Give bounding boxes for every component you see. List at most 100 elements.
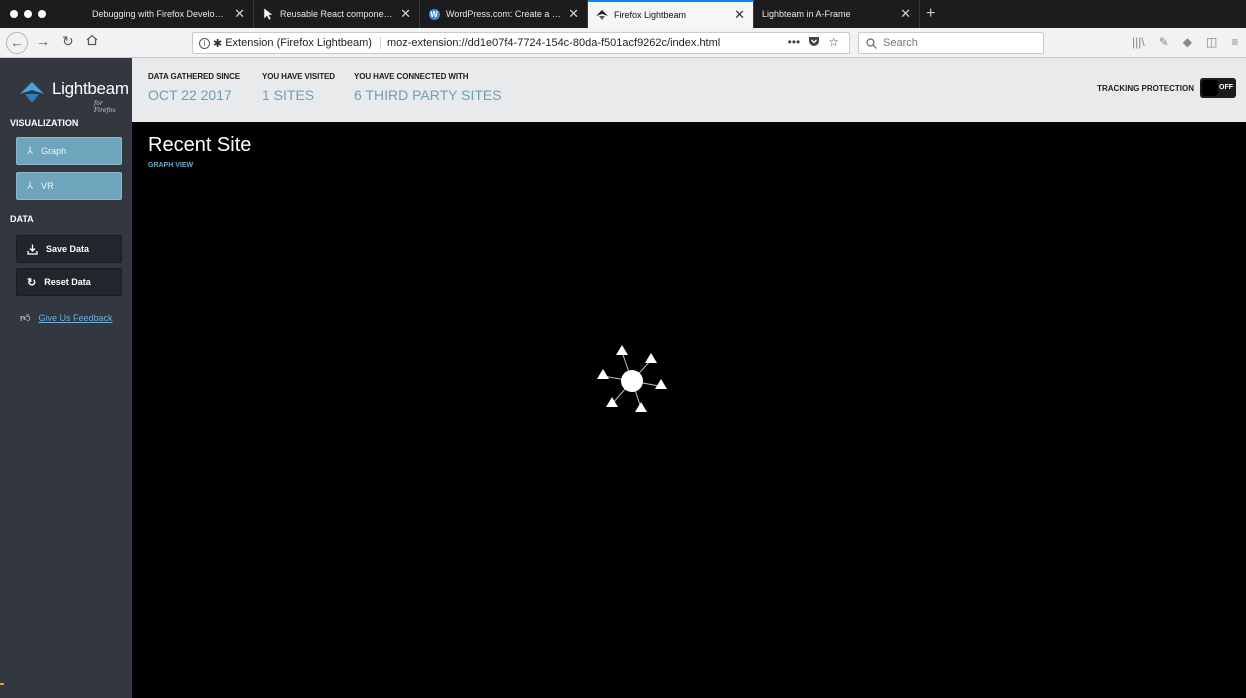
toggle-state: OFF xyxy=(1219,84,1233,91)
stats-header: DATA GATHERED SINCE OCT 22 2017 YOU HAVE… xyxy=(132,58,1246,122)
url-bar[interactable]: i ✱ Extension (Firefox Lightbeam) moz-ex… xyxy=(192,32,850,54)
new-tab-button[interactable]: + xyxy=(920,0,935,28)
stat-third-party: YOU HAVE CONNECTED WITH 6 THIRD PARTY SI… xyxy=(354,72,502,103)
graph-button-label: Graph xyxy=(41,146,67,156)
connection-graph[interactable] xyxy=(132,122,1246,698)
edge-marker xyxy=(0,683,4,685)
tab-title: Lighbteam in A-Frame xyxy=(762,9,851,19)
home-icon xyxy=(86,34,98,46)
third-party-node xyxy=(635,402,647,412)
stat-value: 6 THIRD PARTY SITES xyxy=(354,87,502,103)
library-icon[interactable]: |||\ xyxy=(1132,35,1145,49)
vr-view-button[interactable]: ⅄ VR xyxy=(16,172,122,200)
view-subtitle: GRAPH VIEW xyxy=(148,162,194,169)
url-text[interactable]: moz-extension://dd1e07f4-7724-154c-80da-… xyxy=(387,37,720,49)
third-party-node xyxy=(645,353,657,363)
visualization-canvas[interactable]: Recent Site GRAPH VIEW xyxy=(132,122,1246,698)
stat-label: DATA GATHERED SINCE xyxy=(148,72,241,81)
minimize-window-button[interactable] xyxy=(24,10,32,18)
visualization-heading: VISUALIZATION xyxy=(10,118,79,128)
search-placeholder: Search xyxy=(883,37,918,49)
tab-wordpress[interactable]: W WordPress.com: Create a free w ✕ xyxy=(420,0,588,28)
tab-firefox-lightbeam[interactable]: Firefox Lightbeam ✕ xyxy=(588,0,754,28)
forward-button[interactable]: → xyxy=(36,33,50,49)
toolbar-icons: |||\ ✎ ◆ ◫ ≡ xyxy=(1132,35,1238,49)
pocket-icon[interactable] xyxy=(808,35,820,47)
brand-subtitle: for Firefox xyxy=(94,100,116,114)
sidebar-icon[interactable]: ◫ xyxy=(1206,35,1217,49)
navigation-bar: ← → ↻ i ✱ Extension (Firefox Lightbeam) … xyxy=(0,28,1246,58)
first-party-site-node xyxy=(621,370,643,392)
brand-name: Lightbeam xyxy=(52,79,129,98)
tab-debugging[interactable]: Debugging with Firefox Developer T ✕ xyxy=(84,0,254,28)
stat-sites-visited: YOU HAVE VISITED 1 SITES xyxy=(262,72,335,103)
feedback-link[interactable]: 👍︎ Give Us Feedback xyxy=(20,312,112,324)
graph-icon: ⅄ xyxy=(27,145,34,157)
window-controls xyxy=(0,0,84,28)
close-icon[interactable]: ✕ xyxy=(400,6,411,22)
home-button[interactable] xyxy=(86,33,98,49)
vr-graph-icon: ⅄ xyxy=(27,180,34,192)
stat-label: YOU HAVE CONNECTED WITH xyxy=(354,72,469,81)
back-arrow-icon: ← xyxy=(10,35,24,50)
back-button[interactable]: ← xyxy=(6,32,28,54)
tab-title: Reusable React component to r xyxy=(280,9,395,19)
feedback-label[interactable]: Give Us Feedback xyxy=(38,313,112,323)
stat-label: YOU HAVE VISITED xyxy=(262,72,335,81)
reset-icon: ↻ xyxy=(27,276,37,289)
view-title: Recent Site xyxy=(148,134,252,156)
lightbeam-app: Lightbeam for Firefox VISUALIZATION ⅄ Gr… xyxy=(0,58,1246,698)
third-party-node xyxy=(655,379,667,389)
bookmark-star-icon[interactable]: ☆ xyxy=(828,35,839,49)
close-icon[interactable]: ✕ xyxy=(234,6,245,22)
close-icon[interactable]: ✕ xyxy=(734,7,745,23)
tab-lightbeam-aframe[interactable]: Lighbteam in A-Frame ✕ xyxy=(754,0,920,28)
close-icon[interactable]: ✕ xyxy=(568,6,579,22)
stat-data-gathered: DATA GATHERED SINCE OCT 22 2017 xyxy=(148,72,240,103)
tab-title: Debugging with Firefox Developer T xyxy=(92,9,229,19)
search-bar[interactable]: Search xyxy=(858,32,1044,54)
tab-title: Firefox Lightbeam xyxy=(614,10,687,20)
tab-reusable-react[interactable]: Reusable React component to r ✕ xyxy=(254,0,420,28)
maximize-window-button[interactable] xyxy=(38,10,46,18)
toggle-knob xyxy=(1202,80,1218,96)
lightbeam-logo-icon xyxy=(20,82,44,103)
sidebar: Lightbeam for Firefox VISUALIZATION ⅄ Gr… xyxy=(0,58,132,698)
thumbs-up-icon: 👍︎ xyxy=(20,313,31,324)
screenshot-icon[interactable]: ✎ xyxy=(1159,35,1169,49)
third-party-node xyxy=(616,345,628,355)
reset-data-label: Reset Data xyxy=(44,277,91,287)
page-icon xyxy=(262,8,274,20)
menu-icon[interactable]: ≡ xyxy=(1231,35,1238,49)
more-actions-icon[interactable]: ••• xyxy=(788,35,801,49)
tracking-protection: TRACKING PROTECTION OFF xyxy=(1097,78,1236,98)
search-icon xyxy=(866,37,877,49)
vr-button-label: VR xyxy=(41,181,54,191)
save-data-button[interactable]: Save Data xyxy=(16,235,122,263)
info-icon[interactable]: i xyxy=(199,37,210,49)
tab-title: WordPress.com: Create a free w xyxy=(446,9,563,19)
extension-puzzle-icon: ✱ xyxy=(213,37,223,50)
close-window-button[interactable] xyxy=(10,10,18,18)
reload-icon: ↻ xyxy=(62,33,74,49)
graph-view-button[interactable]: ⅄ Graph xyxy=(16,137,122,165)
save-data-label: Save Data xyxy=(46,244,90,254)
tracking-protection-toggle[interactable]: OFF xyxy=(1200,78,1236,98)
stat-value: OCT 22 2017 xyxy=(148,87,232,103)
wordpress-icon: W xyxy=(428,8,440,20)
tab-strip: Debugging with Firefox Developer T ✕ Reu… xyxy=(0,0,1246,28)
page-actions: ••• ☆ xyxy=(788,35,839,49)
lightbeam-logo: Lightbeam for Firefox xyxy=(16,70,129,114)
stat-value: 1 SITES xyxy=(262,87,315,103)
identity-label[interactable]: Extension (Firefox Lightbeam) xyxy=(225,37,381,49)
close-icon[interactable]: ✕ xyxy=(900,6,911,22)
lightbeam-toolbar-icon[interactable]: ◆ xyxy=(1183,35,1192,49)
third-party-node xyxy=(597,369,609,379)
reload-button[interactable]: ↻ xyxy=(62,33,74,50)
download-icon xyxy=(27,244,38,255)
reset-data-button[interactable]: ↻ Reset Data xyxy=(16,268,122,296)
lightbeam-icon xyxy=(596,9,608,21)
forward-arrow-icon: → xyxy=(36,33,50,49)
data-heading: DATA xyxy=(10,214,34,224)
tracking-protection-label: TRACKING PROTECTION xyxy=(1097,83,1194,93)
